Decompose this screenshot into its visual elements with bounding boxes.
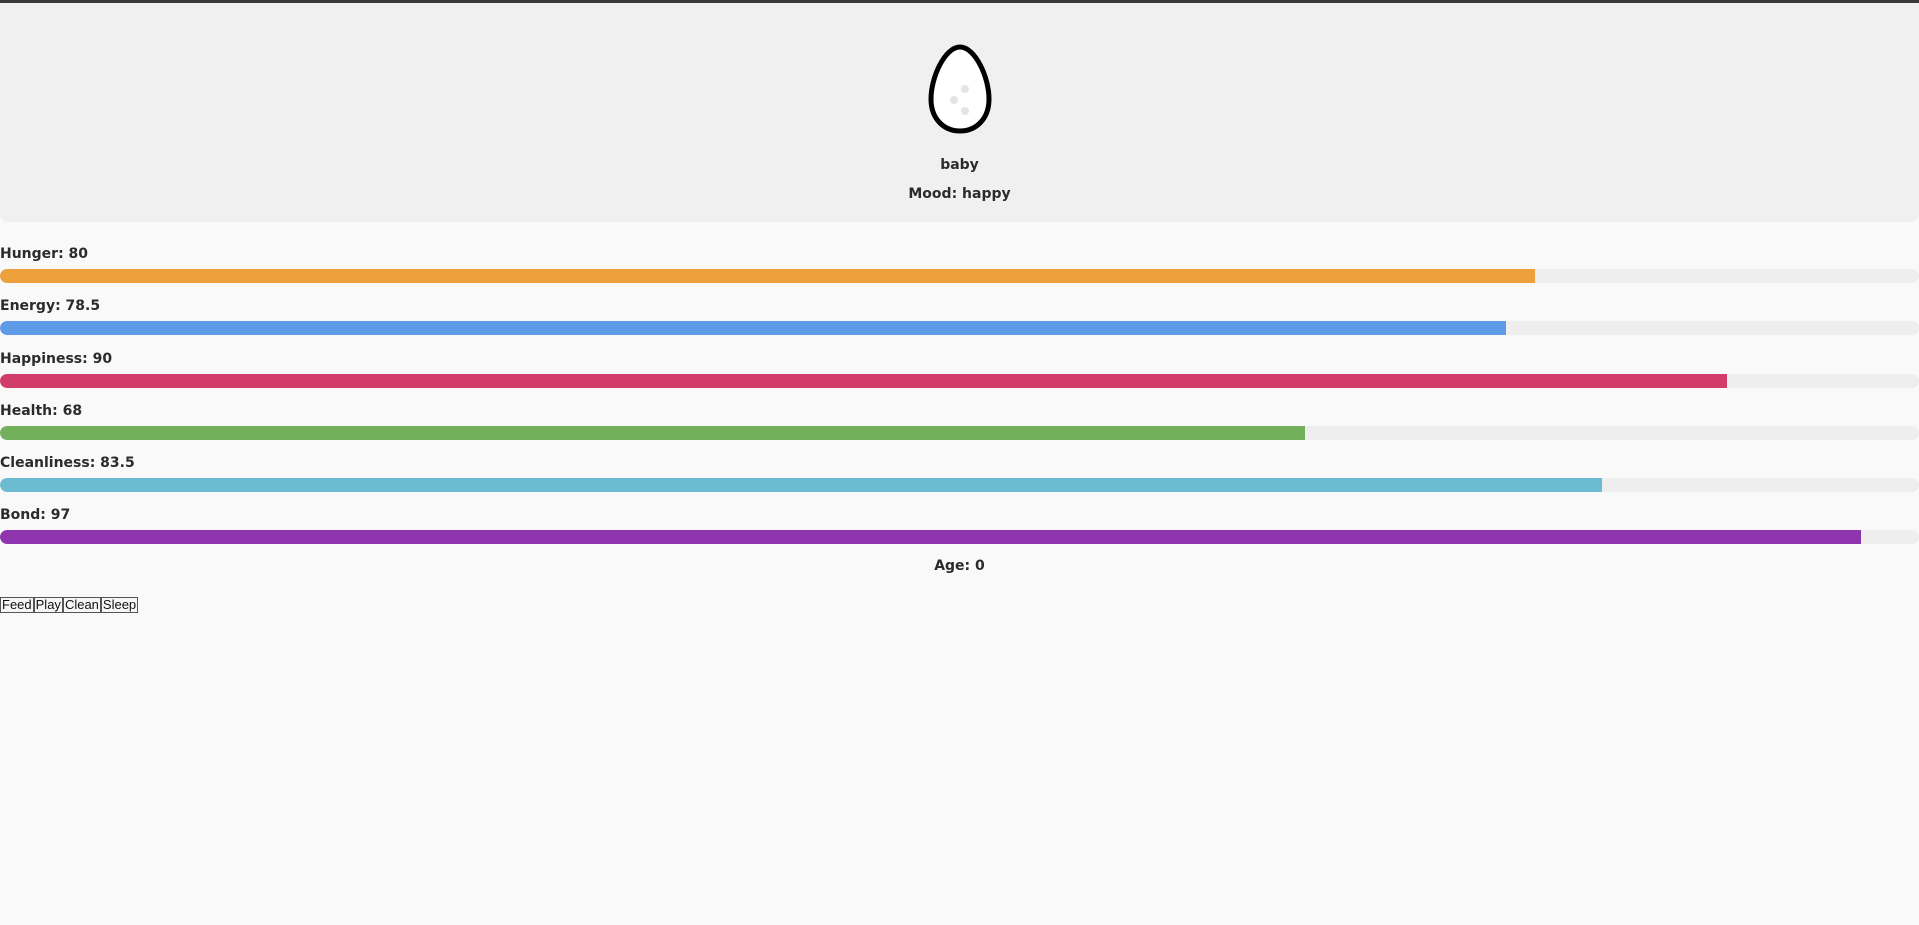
pet-mood-label: Mood: happy	[908, 186, 1011, 202]
egg-icon	[928, 44, 992, 134]
hunger-bar-fill	[0, 269, 1536, 283]
energy-bar	[0, 321, 1919, 335]
play-button[interactable]: Play	[33, 597, 63, 613]
energy-bar-fill	[0, 321, 1507, 335]
pet-stage-label: baby	[940, 157, 979, 173]
action-buttons: Feed Play Clean Sleep	[0, 597, 139, 613]
stat-label: Hunger: 80	[0, 246, 89, 262]
stat-health: Health: 68	[0, 402, 1919, 440]
feed-button[interactable]: Feed	[0, 597, 34, 613]
health-bar	[0, 426, 1919, 440]
bond-bar	[0, 530, 1919, 544]
stat-label: Cleanliness: 83.5	[0, 455, 135, 471]
health-bar-fill	[0, 426, 1305, 440]
bond-bar-fill	[0, 530, 1862, 544]
stat-cleanliness: Cleanliness: 83.5	[0, 454, 1919, 492]
stat-bond: Bond: 97	[0, 506, 1919, 544]
happiness-bar-fill	[0, 374, 1728, 388]
sleep-button[interactable]: Sleep	[100, 597, 139, 613]
stat-energy: Energy: 78.5	[0, 297, 1919, 335]
stat-label: Bond: 97	[0, 507, 71, 523]
stat-happiness: Happiness: 90	[0, 350, 1919, 388]
stat-label: Health: 68	[0, 403, 83, 419]
stat-label: Energy: 78.5	[0, 298, 101, 314]
happiness-bar	[0, 374, 1919, 388]
stat-hunger: Hunger: 80	[0, 245, 1919, 283]
hunger-bar	[0, 269, 1919, 283]
clean-button[interactable]: Clean	[62, 597, 101, 613]
cleanliness-bar-fill	[0, 478, 1603, 492]
pet-panel: baby Mood: happy	[0, 3, 1919, 222]
stat-label: Happiness: 90	[0, 351, 113, 367]
age-label: Age: 0	[934, 558, 985, 574]
cleanliness-bar	[0, 478, 1919, 492]
